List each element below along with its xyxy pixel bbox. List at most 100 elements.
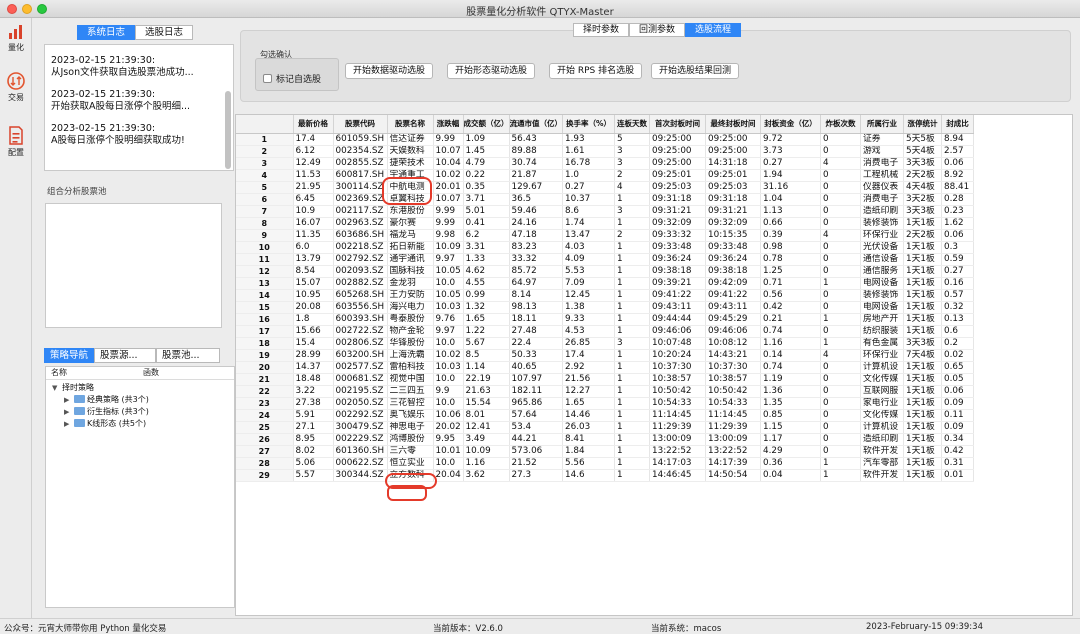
table-row[interactable]: 8 16.07 002963.SZ 豪尔赛 9.99 0.41 24.16 1.74 1 09:3… [236,217,974,230]
table-cell: 通信设备 [860,253,904,266]
table-row[interactable]: 15 20.08 603556.SH 海兴电力 10.03 1.32 98.13 1.38 1 0… [236,301,974,314]
table-row[interactable]: 17 15.66 002722.SZ 物产金轮 9.97 1.22 27.48 4.53 1 09… [236,325,974,338]
table-row[interactable]: 18 15.4 002806.SZ 华锋股份 10.0 5.67 22.4 26.85 3 10:… [236,337,974,350]
column-header[interactable]: 成交额（亿） [463,115,510,134]
table-cell: 15.07 [293,277,334,290]
table-row[interactable]: 6 6.45 002369.SZ 卓翼科技 10.07 3.71 36.5 10.37 1 09:… [236,193,974,206]
tab-stock-source[interactable]: 股票源... [94,348,157,363]
chevron-right-icon[interactable]: ▶ [64,418,74,430]
table-row[interactable]: 26 8.95 002229.SZ 鸿博股份 9.95 3.49 44.21 8.41 1 13:… [236,433,974,446]
stock-pool-box[interactable] [45,203,222,328]
table-row[interactable]: 13 15.07 002882.SZ 金龙羽 10.0 4.55 64.97 7.09 1 09:… [236,277,974,290]
chevron-down-icon[interactable]: ▼ [52,382,62,394]
rps-rank-select-button[interactable]: 开始 RPS 排名选股 [549,63,643,79]
sidebar-item-quant[interactable]: 量化 [0,24,32,53]
backtest-results-button[interactable]: 开始选股结果回测 [651,63,740,79]
table-cell: 09:36:24 [649,253,706,266]
column-header[interactable]: 所属行业 [860,115,904,134]
table-cell: 50.33 [509,349,563,362]
table-cell: 09:25:00 [705,145,761,158]
table-cell: 002855.SZ [333,157,388,170]
tree-item-label: 经典策略 (共3个) [87,395,149,404]
tree-item[interactable]: ▶ K线形态 (共5个) [46,418,234,430]
column-header[interactable]: 封成比 [941,115,974,134]
sidebar-item-config[interactable]: 配置 [0,126,32,158]
column-header[interactable]: 换手率（%） [562,115,615,134]
column-header[interactable]: 连板天数 [614,115,650,134]
table-row[interactable]: 10 6.0 002218.SZ 拓日新能 10.09 3.31 83.23 4.03 1 09:… [236,241,974,254]
table-row[interactable]: 7 10.9 002117.SZ 东港股份 9.99 5.01 59.46 8.6 3 09:31… [236,205,974,218]
table-cell: 11:29:39 [705,421,761,434]
column-header[interactable]: 最终封板时间 [705,115,761,134]
table-row[interactable]: 24 5.91 002292.SZ 奥飞娱乐 10.06 8.01 57.64 14.46 1 1… [236,409,974,422]
table-row[interactable]: 11 13.79 002792.SZ 通宇通讯 9.97 1.33 33.32 4.09 1 09… [236,253,974,266]
table-row[interactable]: 9 11.35 603686.SH 福龙马 9.98 6.2 47.18 13.47 2 09:3… [236,229,974,242]
table-cell: 10.05 [433,289,464,302]
table-row[interactable]: 2 6.12 002354.SZ 天娱数科 10.07 1.45 89.88 1.61 3 09:… [236,145,974,158]
column-header[interactable]: 股票名称 [387,115,434,134]
table-cell: 300479.SZ [333,421,388,434]
column-header[interactable]: 首次封板时间 [649,115,706,134]
table-row[interactable]: 22 3.22 002195.SZ 二三四五 9.9 21.63 182.11 12.27 1 1… [236,385,974,398]
table-row[interactable]: 21 18.48 000681.SZ 视觉中国 10.0 22.19 107.97 21.56… [236,373,974,386]
table-row[interactable]: 16 1.8 600393.SH 粤泰股份 9.76 1.65 18.11 9.33 1 09:4… [236,313,974,326]
row-index: 13 [236,277,294,290]
table-row[interactable]: 25 27.1 300479.SZ 神思电子 20.02 12.41 53.4 26.03 1 1… [236,421,974,434]
table-row[interactable]: 5 21.95 300114.SZ 中航电测 20.01 0.35 129.67 0.27 4 0… [236,181,974,194]
tab-selection-flow[interactable]: 选股流程 [685,23,742,37]
table-row[interactable]: 14 10.95 605268.SH 王力安防 10.05 0.99 8.14 12.45 1 0… [236,289,974,302]
chevron-right-icon[interactable]: ▶ [64,394,74,406]
table-cell: 5.01 [463,205,510,218]
table-row[interactable]: 4 11.53 600817.SH 宇通重工 10.02 0.22 21.87 1.0 2 09:… [236,169,974,182]
row-index: 9 [236,229,294,242]
tab-timing-params[interactable]: 择时参数 [573,23,630,37]
table-row[interactable]: 20 14.37 002577.SZ 雷柏科技 10.03 1.14 40.65 2.92 1 1… [236,361,974,374]
column-header[interactable]: 炸板次数 [820,115,861,134]
table-cell: 21.63 [463,385,510,398]
table-cell: 1 [614,409,650,422]
column-header[interactable]: 股票代码 [333,115,388,134]
tree-item[interactable]: ▶ 衍生指标 (共3个) [46,406,234,418]
chevron-right-icon[interactable]: ▶ [64,406,74,418]
table-row[interactable]: 28 5.06 000622.SZ 恒立实业 10.0 1.16 21.52 5.56 1 14:… [236,457,974,470]
tab-stock-pool[interactable]: 股票池... [156,348,221,363]
table-cell: 1天1板 [903,301,942,314]
table-row[interactable]: 19 28.99 603200.SH 上海洗霸 10.02 8.5 50.33 17.4 1 10… [236,349,974,362]
column-header[interactable]: 涨停统计 [903,115,942,134]
log-box[interactable]: 2023-02-15 21:39:30: 从Json文件获取自选股票池成功...… [44,44,234,171]
tab-strategy-nav[interactable]: 策略导航 [44,348,95,363]
checkbox-box[interactable] [263,74,272,83]
column-header[interactable]: 最新价格 [293,115,334,134]
table-cell: 14:50:54 [705,469,761,482]
table-row[interactable]: 3 12.49 002855.SZ 捷荣技术 10.04 4.79 30.74 16.78 3 0… [236,157,974,170]
log-time: 2023-02-15 21:39:30: [51,123,156,134]
table-row[interactable]: 27 8.02 601360.SH 三六零 10.01 10.09 573.06 1.84 1 1… [236,445,974,458]
column-header[interactable]: 封板资金（亿） [760,115,821,134]
table-cell: 0 [820,397,861,410]
table-cell: 3天3板 [903,157,942,170]
tab-backtest-params[interactable]: 回测参数 [629,23,686,37]
tree-item[interactable]: ▶ 经典策略 (共3个) [46,394,234,406]
table-row[interactable]: 12 8.54 002093.SZ 国脉科技 10.05 4.62 85.72 5.53 1 09… [236,265,974,278]
tab-system-log[interactable]: 系统日志 [77,25,136,40]
table-row[interactable]: 1 17.4 601059.SH 信达证券 9.99 1.09 56.43 1.93 5 09:2… [236,133,974,146]
data-driven-select-button[interactable]: 开始数据驱动选股 [345,63,434,79]
mark-favorite-checkbox[interactable]: 标记自选股 [263,72,321,85]
table-cell: 002229.SZ [333,433,388,446]
table-cell: 环保行业 [860,349,904,362]
table-cell: 20.08 [293,301,334,314]
table-cell: 1天1板 [903,397,942,410]
table-cell: 1 [614,373,650,386]
table-cell: 5天4板 [903,145,942,158]
column-header[interactable]: 涨跌幅 [433,115,464,134]
log-scrollbar[interactable] [225,91,231,169]
column-header[interactable] [236,115,294,134]
column-header[interactable]: 流通市值（亿） [509,115,563,134]
table-cell: 27.1 [293,421,334,434]
pattern-driven-select-button[interactable]: 开始形态驱动选股 [447,63,536,79]
tab-selection-log[interactable]: 选股日志 [135,25,194,40]
table-row[interactable]: 23 27.38 002050.SZ 三花智控 10.0 15.54 965.86 1.65 1… [236,397,974,410]
table-row[interactable]: 29 5.57 300344.SZ 立方数科 20.04 3.62 27.3 14.6 1 14:… [236,469,974,482]
sidebar-item-trade[interactable]: 交易 [0,72,32,103]
tree-root[interactable]: ▼ 择时策略 [46,382,234,394]
